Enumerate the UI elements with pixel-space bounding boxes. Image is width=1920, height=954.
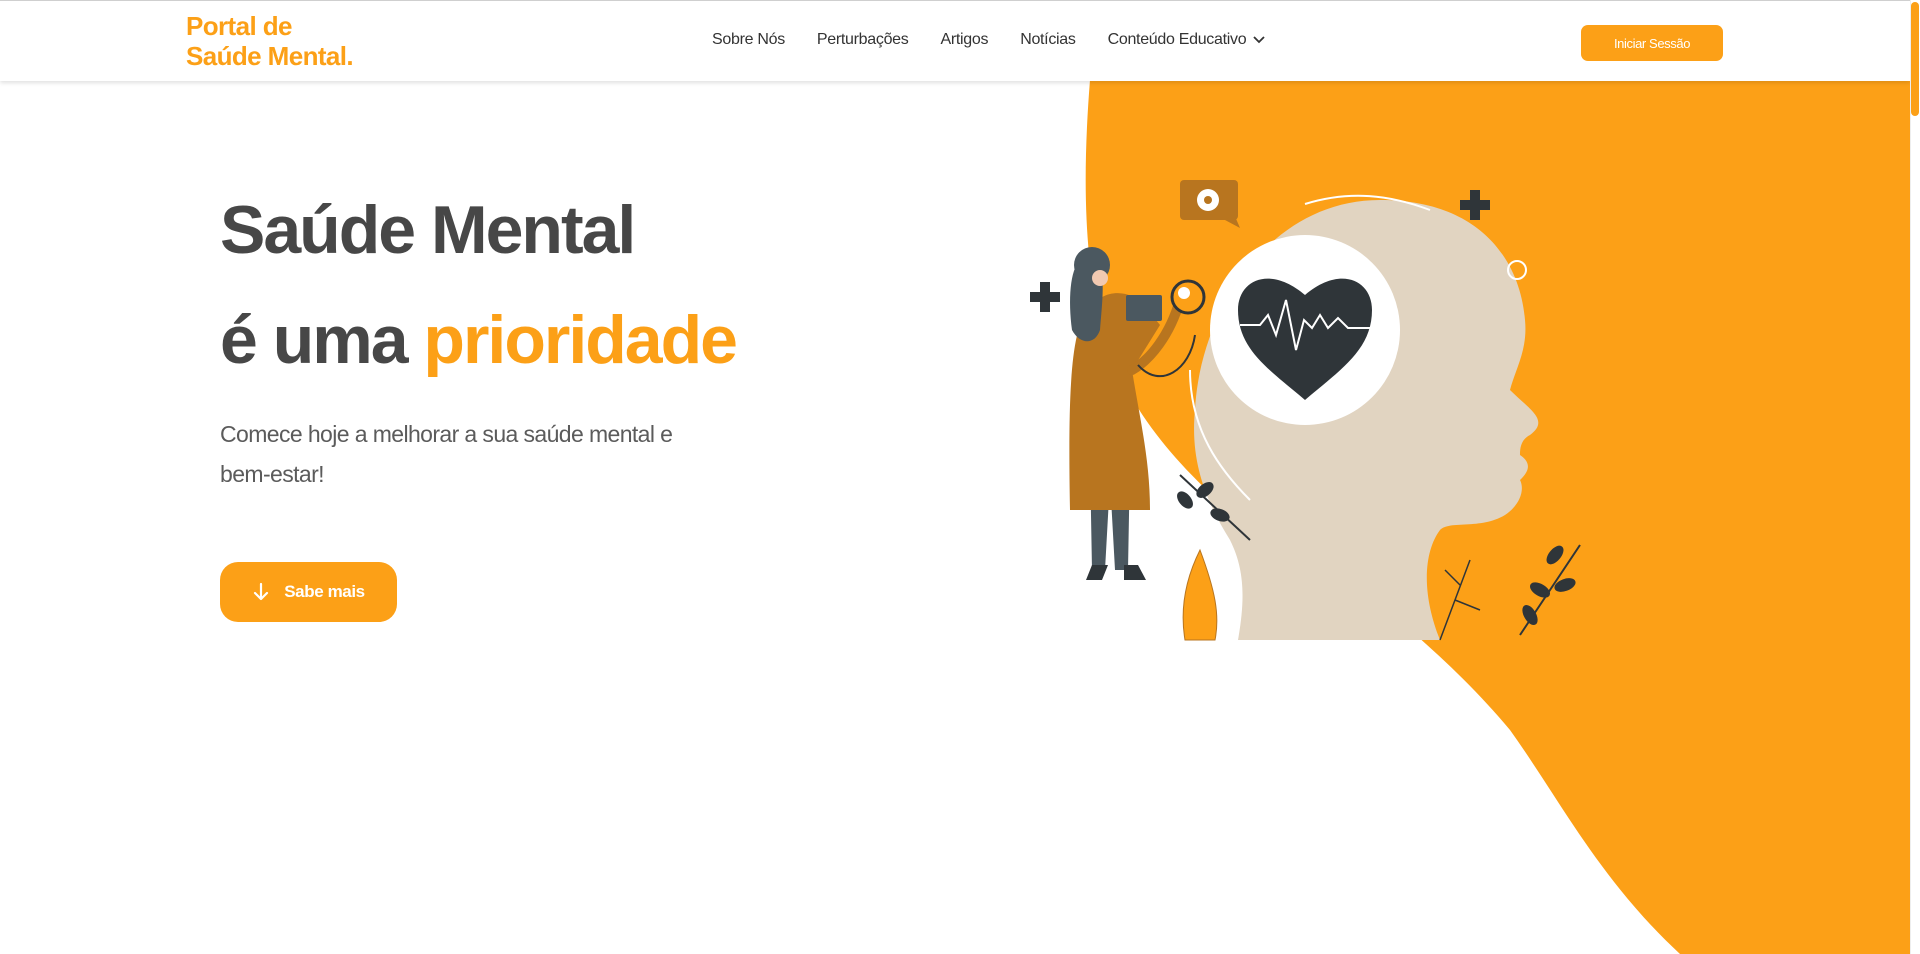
logo-line-2: Saúde Mental. (186, 41, 354, 71)
hero-title-line-1: Saúde Mental (220, 192, 636, 268)
hero-title-line-2: é uma prioridade (220, 300, 738, 380)
chevron-down-icon (1253, 36, 1265, 44)
main-nav: Sobre Nós Perturbações Artigos Notícias … (712, 31, 1266, 49)
page-scrollbar[interactable] (1910, 0, 1920, 954)
hero-title-accent: prioridade (423, 302, 737, 378)
nav-item-conteudo-educativo[interactable]: Conteúdo Educativo (1108, 31, 1267, 49)
page: Portal de Saúde Mental. Sobre Nós Pertur… (0, 0, 1920, 954)
plus-icon (1030, 282, 1060, 312)
learn-more-label: Sabe mais (284, 582, 365, 601)
learn-more-button[interactable]: Sabe mais (220, 562, 397, 622)
mental-health-illustration (1030, 180, 1581, 641)
site-logo[interactable]: Portal de Saúde Mental. (186, 11, 354, 71)
nav-item-artigos[interactable]: Artigos (940, 31, 988, 49)
doctor-figure (1069, 247, 1206, 580)
gear-bubble (1180, 180, 1240, 228)
hero-subtitle: Comece hoje a melhorar a sua saúde menta… (220, 421, 673, 487)
site-header: Portal de Saúde Mental. Sobre Nós Pertur… (0, 0, 1910, 81)
hero-title-prefix: é uma (220, 302, 424, 378)
nav-item-conteudo-educativo-label: Conteúdo Educativo (1107, 31, 1247, 48)
hero-text: Saúde Mental é uma prioridade Comece hoj… (220, 190, 738, 494)
plus-icon (1460, 190, 1490, 220)
login-button[interactable]: Iniciar Sessão (1581, 25, 1723, 61)
orange-leaf (1182, 548, 1218, 641)
nav-item-perturbacoes[interactable]: Perturbações (817, 31, 909, 49)
scrollbar-thumb[interactable] (1911, 2, 1919, 116)
nav-item-sobre-nos[interactable]: Sobre Nós (712, 31, 785, 49)
plant-right (1519, 544, 1581, 636)
logo-line-1: Portal de (186, 11, 292, 41)
nav-item-noticias[interactable]: Notícias (1020, 31, 1076, 49)
arrow-down-icon (254, 582, 269, 601)
